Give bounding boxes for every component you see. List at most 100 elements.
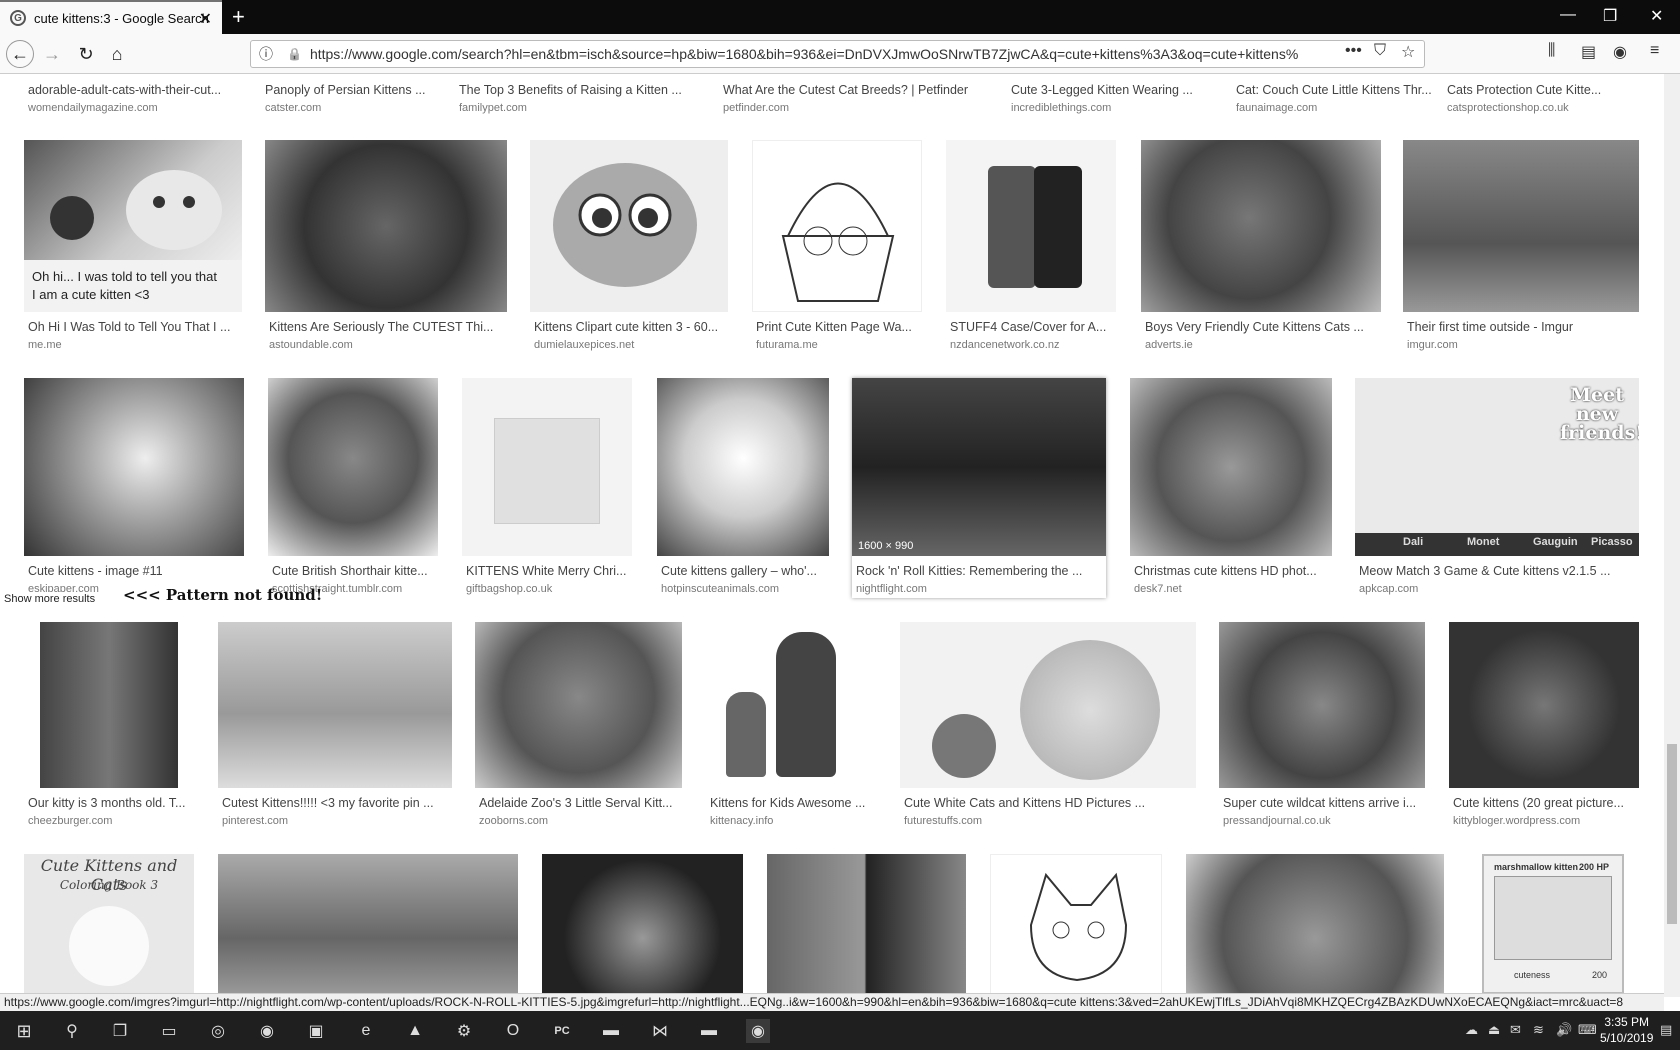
file-explorer-icon[interactable]: ▭ xyxy=(157,1019,181,1043)
result-title[interactable]: Boys Very Friendly Cute Kittens Cats ... xyxy=(1145,320,1380,334)
result-title[interactable]: STUFF4 Case/Cover for A... xyxy=(950,320,1118,334)
new-tab-icon[interactable]: + xyxy=(232,4,245,30)
result-item[interactable]: Adelaide Zoo's 3 Little Serval Kitt... z… xyxy=(475,622,682,842)
result-thumbnail[interactable]: Cute Kittens and Cats Coloring Book 3 xyxy=(24,854,194,994)
result-thumbnail[interactable] xyxy=(462,378,632,556)
result-item[interactable]: Kittens Clipart cute kitten 3 - 60... du… xyxy=(530,140,728,360)
result-item[interactable]: adorable-adult-cats-with-their-cut... wo… xyxy=(24,74,239,118)
result-thumbnail[interactable] xyxy=(475,622,682,788)
result-title[interactable]: Panoply of Persian Kittens ... xyxy=(265,83,443,97)
mail-tray-icon[interactable]: ✉ xyxy=(1510,1022,1521,1038)
back-icon[interactable]: ← xyxy=(6,40,34,68)
result-thumbnail[interactable] xyxy=(24,140,242,260)
account-icon[interactable]: ◉ xyxy=(1613,42,1627,62)
result-thumbnail[interactable] xyxy=(1130,378,1332,556)
result-title[interactable]: Print Cute Kitten Page Wa... xyxy=(756,320,924,334)
result-item[interactable]: Kittens for Kids Awesome ... kittenacy.i… xyxy=(706,622,876,842)
photos-icon[interactable]: ▲ xyxy=(403,1019,427,1043)
result-title[interactable]: adorable-adult-cats-with-their-cut... xyxy=(28,83,238,97)
result-title[interactable]: Cute British Shorthair kitte... xyxy=(272,564,440,578)
result-item[interactable]: Cute kittens - image #11 eskipaper.com xyxy=(24,378,244,598)
minimize-icon[interactable]: — xyxy=(1560,6,1576,24)
tab-active[interactable]: G cute kittens:3 - Google Search ✕ xyxy=(0,0,222,34)
result-item[interactable]: STUFF4 Case/Cover for A... nzdancenetwor… xyxy=(946,140,1116,360)
settings-gear-icon[interactable]: ⚙ xyxy=(452,1019,476,1043)
result-title[interactable]: Cute kittens (20 great picture... xyxy=(1453,796,1639,810)
pycharm-icon[interactable]: PC xyxy=(550,1019,574,1043)
result-title[interactable]: Kittens Clipart cute kitten 3 - 60... xyxy=(534,320,729,334)
result-thumbnail[interactable] xyxy=(657,378,829,556)
eject-tray-icon[interactable]: ⏏ xyxy=(1488,1022,1500,1038)
scrollbar-thumb[interactable] xyxy=(1667,744,1677,924)
wifi-tray-icon[interactable]: ≋ xyxy=(1533,1022,1544,1038)
result-item[interactable]: Print Cute Kitten Page Wa... futurama.me xyxy=(752,140,922,360)
result-thumbnail[interactable] xyxy=(900,622,1196,788)
opera-icon[interactable]: O xyxy=(501,1019,525,1043)
sidebar-icon[interactable]: ▤ xyxy=(1581,42,1596,62)
keyboard-tray-icon[interactable]: ⌨ xyxy=(1578,1022,1597,1038)
result-title[interactable]: Adelaide Zoo's 3 Little Serval Kitt... xyxy=(479,796,682,810)
result-item[interactable]: Cute British Shorthair kitte... scottish… xyxy=(268,378,438,598)
result-title[interactable]: Rock 'n' Roll Kitties: Remembering the .… xyxy=(856,564,1106,578)
result-title[interactable]: Cute kittens - image #11 xyxy=(28,564,243,578)
result-item[interactable]: Cute kittens gallery – who'... hotpinscu… xyxy=(657,378,829,598)
result-item[interactable]: Cats Protection Cute Kitte... catsprotec… xyxy=(1443,74,1638,118)
result-thumbnail[interactable] xyxy=(752,140,922,312)
info-icon[interactable]: ⓘ xyxy=(259,44,273,64)
result-thumbnail[interactable] xyxy=(1403,140,1639,312)
pocket-icon[interactable]: ⛉ xyxy=(1374,42,1386,60)
firefox-active-icon[interactable]: ◉ xyxy=(746,1019,770,1043)
home-icon[interactable]: ⌂ xyxy=(103,40,131,68)
result-title[interactable]: Kittens for Kids Awesome ... xyxy=(710,796,875,810)
result-item[interactable]: Our kitty is 3 months old. T... cheezbur… xyxy=(24,622,194,842)
task-view-icon[interactable]: ❐ xyxy=(108,1019,132,1043)
tab-close-icon[interactable]: ✕ xyxy=(199,9,212,29)
show-more-results-button[interactable]: Show more results xyxy=(2,592,98,606)
search-icon[interactable]: ⚲ xyxy=(60,1019,84,1043)
result-thumbnail[interactable] xyxy=(265,140,507,312)
library-icon[interactable]: ⫼ xyxy=(1548,42,1555,60)
console-icon[interactable]: ▬ xyxy=(697,1019,721,1043)
visual-studio-icon[interactable]: ⋈ xyxy=(648,1019,672,1043)
save-disk-icon[interactable]: ▣ xyxy=(304,1019,328,1043)
result-thumbnail[interactable] xyxy=(946,140,1116,312)
chrome-icon[interactable]: ◎ xyxy=(206,1019,230,1043)
result-item[interactable]: Boys Very Friendly Cute Kittens Cats ...… xyxy=(1141,140,1381,360)
result-title[interactable]: Oh Hi I Was Told to Tell You That I ... xyxy=(28,320,243,334)
result-item[interactable]: Christmas cute kittens HD phot... desk7.… xyxy=(1130,378,1332,598)
result-title[interactable]: Christmas cute kittens HD phot... xyxy=(1134,564,1332,578)
vertical-scrollbar[interactable] xyxy=(1664,74,1680,997)
result-item[interactable]: Cutest Kittens!!!!! <3 my favorite pin .… xyxy=(218,622,452,842)
result-title[interactable]: Our kitty is 3 months old. T... xyxy=(28,796,193,810)
result-title[interactable]: KITTENS White Merry Chri... xyxy=(466,564,634,578)
result-thumbnail[interactable]: 1600 × 990 xyxy=(852,378,1106,556)
result-item[interactable]: KITTENS White Merry Chri... giftbagshop.… xyxy=(462,378,632,598)
result-title[interactable]: Kittens Are Seriously The CUTEST Thi... xyxy=(269,320,504,334)
notifications-icon[interactable]: ▤ xyxy=(1660,1022,1672,1038)
result-title[interactable]: Cats Protection Cute Kitte... xyxy=(1447,83,1639,97)
result-title[interactable]: Cat: Couch Cute Little Kittens Thr... xyxy=(1236,83,1438,97)
result-thumbnail[interactable] xyxy=(1141,140,1381,312)
volume-tray-icon[interactable]: 🔊 xyxy=(1556,1022,1572,1038)
network-tray-icon[interactable]: ☁ xyxy=(1465,1022,1478,1038)
menu-icon[interactable]: ≡ xyxy=(1650,42,1659,60)
result-item[interactable]: What Are the Cutest Cat Breeds? | Petfin… xyxy=(719,74,984,118)
system-clock[interactable]: 3:35 PM 5/10/2019 xyxy=(1600,1014,1653,1046)
terminal-icon[interactable]: ▬ xyxy=(599,1019,623,1043)
result-title[interactable]: Cutest Kittens!!!!! <3 my favorite pin .… xyxy=(222,796,452,810)
result-thumbnail[interactable] xyxy=(706,622,876,788)
result-thumbnail[interactable] xyxy=(218,854,518,994)
result-item[interactable]: Cute White Cats and Kittens HD Pictures … xyxy=(900,622,1196,842)
result-title[interactable]: The Top 3 Benefits of Raising a Kitten .… xyxy=(459,83,695,97)
result-thumbnail[interactable] xyxy=(990,854,1162,994)
result-thumbnail[interactable] xyxy=(542,854,743,994)
result-item[interactable]: Cute kittens (20 great picture... kittyb… xyxy=(1449,622,1639,842)
url-bar[interactable]: ⓘ 🔒 https://www.google.com/search?hl=en&… xyxy=(250,40,1425,68)
result-item[interactable]: Cute 3-Legged Kitten Wearing ... incredi… xyxy=(1007,74,1197,118)
firefox-icon[interactable]: ◉ xyxy=(255,1019,279,1043)
bookmark-star-icon[interactable]: ☆ xyxy=(1401,42,1415,62)
result-item[interactable]: Super cute wildcat kittens arrive i... p… xyxy=(1219,622,1425,842)
result-item[interactable]: Their first time outside - Imgur imgur.c… xyxy=(1403,140,1639,360)
windows-start-icon[interactable]: ⊞ xyxy=(12,1019,36,1043)
forward-icon[interactable]: → xyxy=(38,40,66,68)
